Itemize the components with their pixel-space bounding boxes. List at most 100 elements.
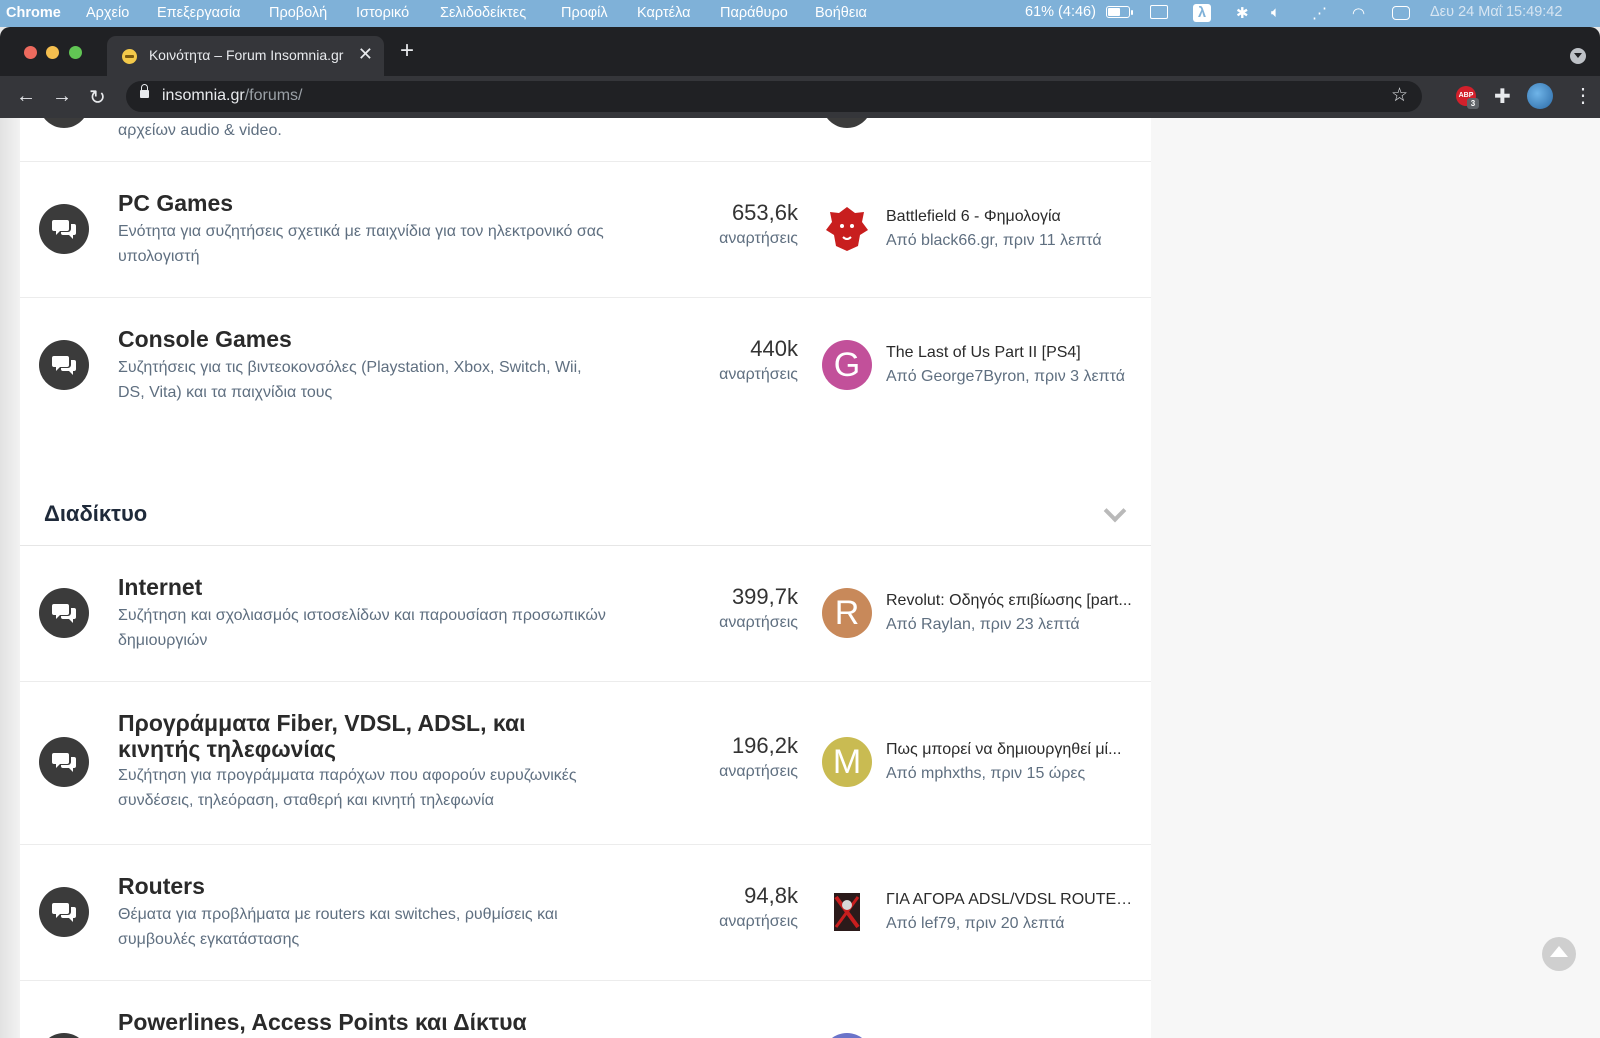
post-count-label: αναρτήσεις bbox=[719, 230, 798, 247]
volume-icon[interactable]: 🔈︎ bbox=[1271, 4, 1280, 21]
forum-title[interactable]: Προγράμματα Fiber, VDSL, ADSL, και κινητ… bbox=[118, 710, 608, 762]
last-post-title[interactable]: Revolut: Οδηγός επιβίωσης [part... bbox=[886, 592, 1136, 610]
last-post-title[interactable]: Battlefield 6 - Φημολογία bbox=[886, 208, 1136, 226]
post-count: 196,2k bbox=[731, 733, 798, 758]
post-count-label: αναρτήσεις bbox=[719, 913, 798, 930]
tab-search-icon[interactable] bbox=[1570, 48, 1586, 64]
url-text[interactable]: insomnia.gr/forums/ bbox=[162, 87, 303, 105]
window-switcher-icon[interactable] bbox=[1150, 5, 1168, 19]
new-tab-button[interactable]: + bbox=[400, 39, 414, 63]
lambda-icon[interactable]: λ bbox=[1193, 4, 1211, 22]
last-post-meta[interactable]: Από George7Byron, πριν 3 λεπτά bbox=[886, 368, 1146, 386]
user-avatar[interactable] bbox=[822, 118, 872, 128]
forum-row[interactable]: Powerlines, Access Points και Δίκτυα bbox=[20, 981, 1151, 1038]
minimize-window-button[interactable] bbox=[46, 46, 59, 59]
menu-help[interactable]: Βοήθεια bbox=[815, 5, 867, 21]
macos-menubar: Chrome Αρχείο Επεξεργασία Προβολή Ιστορι… bbox=[0, 0, 1600, 27]
bookmark-star-icon[interactable]: ☆ bbox=[1391, 84, 1408, 107]
forum-chat-icon bbox=[39, 887, 89, 937]
forum-title[interactable]: PC Games bbox=[118, 190, 608, 216]
forum-chat-icon bbox=[39, 1033, 89, 1038]
reload-icon[interactable]: ↻ bbox=[89, 85, 106, 110]
forum-title[interactable]: Internet bbox=[118, 574, 608, 600]
battery-level bbox=[1108, 8, 1120, 16]
last-post-meta[interactable]: Από mphxths, πριν 15 ώρες bbox=[886, 765, 1146, 783]
collapse-chevron-icon[interactable] bbox=[1103, 499, 1127, 523]
last-post-title[interactable]: Πως μπορεί να δημιουργηθεί μί... bbox=[886, 741, 1136, 759]
menu-app-chrome[interactable]: Chrome bbox=[6, 5, 61, 21]
forum-description: Θέματα για προβλήματα με routers και swi… bbox=[118, 906, 558, 948]
section-title[interactable]: Διαδίκτυο bbox=[44, 501, 147, 527]
menu-tab[interactable]: Καρτέλα bbox=[637, 5, 691, 21]
last-post-title[interactable]: ΓΙΑ ΑΓΟΡΑ ADSL/VDSL ROUTER... bbox=[886, 891, 1136, 909]
page-content: αρχείων audio & video. PC Games Ενότητα … bbox=[0, 118, 1600, 1038]
forum-row[interactable]: Routers Θέματα για προβλήματα με routers… bbox=[20, 845, 1151, 981]
browser-window: Κοινότητα – Forum Insomnia.gr ✕ + ← → ↻ … bbox=[0, 27, 1600, 1038]
lock-icon[interactable] bbox=[140, 84, 149, 98]
user-avatar[interactable] bbox=[822, 1033, 872, 1038]
user-avatar[interactable]: G bbox=[822, 340, 872, 390]
scroll-to-top-button[interactable] bbox=[1542, 937, 1576, 971]
forum-chat-icon bbox=[39, 737, 89, 787]
forum-row[interactable]: Console Games Συζητήσεις για τις βιντεοκ… bbox=[20, 298, 1151, 433]
post-count-label: αναρτήσεις bbox=[719, 614, 798, 631]
lion-logo-avatar[interactable] bbox=[822, 204, 872, 254]
forum-description: Συζητήσεις για τις βιντεοκονσόλες (Plays… bbox=[118, 359, 582, 401]
menu-profile[interactable]: Προφίλ bbox=[561, 5, 608, 21]
forward-icon[interactable]: → bbox=[52, 85, 72, 108]
section-header: Διαδίκτυο bbox=[20, 483, 1151, 546]
post-count: 440k bbox=[750, 336, 798, 361]
forum-chat-icon bbox=[39, 204, 89, 254]
menu-file[interactable]: Αρχείο bbox=[86, 5, 129, 21]
profile-avatar[interactable] bbox=[1527, 83, 1553, 109]
bluetooth-off-icon[interactable]: ✱ bbox=[1236, 4, 1249, 22]
last-post-meta[interactable]: Από black66.gr, πριν 11 λεπτά bbox=[886, 232, 1146, 250]
forum-chat-icon bbox=[39, 588, 89, 638]
menu-edit[interactable]: Επεξεργασία bbox=[157, 5, 241, 21]
browser-menu-icon[interactable]: ⋮ bbox=[1573, 83, 1593, 108]
insomnia-favicon-icon bbox=[122, 49, 137, 64]
forum-title[interactable]: Powerlines, Access Points και Δίκτυα bbox=[118, 1009, 608, 1035]
post-count-label: αναρτήσεις bbox=[719, 366, 798, 383]
menu-window[interactable]: Παράθυρο bbox=[720, 5, 788, 21]
post-count: 399,7k bbox=[731, 584, 798, 609]
forum-category-card: Διαδίκτυο Internet Συζήτηση και σχολιασμ… bbox=[20, 483, 1151, 1038]
activity-icon[interactable]: ⋰ bbox=[1312, 4, 1327, 22]
tab-close-icon[interactable]: ✕ bbox=[358, 44, 373, 65]
forum-row[interactable]: Internet Συζήτηση και σχολιασμός ιστοσελ… bbox=[20, 546, 1151, 682]
user-avatar[interactable]: M bbox=[822, 737, 872, 787]
forum-chat-icon bbox=[39, 118, 89, 128]
dark-figure-logo-avatar[interactable] bbox=[822, 887, 872, 937]
page-left-shade bbox=[0, 118, 20, 1038]
forum-title[interactable]: Console Games bbox=[118, 326, 608, 352]
wifi-icon[interactable]: ◠ bbox=[1352, 4, 1365, 22]
active-tab[interactable]: Κοινότητα – Forum Insomnia.gr ✕ bbox=[107, 36, 384, 76]
adblock-count-badge: 3 bbox=[1467, 98, 1479, 109]
adblock-extension-icon[interactable]: ABP 3 bbox=[1456, 86, 1479, 109]
close-window-button[interactable] bbox=[24, 46, 37, 59]
control-center-icon[interactable] bbox=[1392, 6, 1410, 20]
forum-description: Συζήτηση και σχολιασμός ιστοσελίδων και … bbox=[118, 607, 606, 649]
last-post-title[interactable]: The Last of Us Part II [PS4] bbox=[886, 344, 1136, 362]
battery-icon[interactable] bbox=[1106, 6, 1133, 18]
tab-strip: Κοινότητα – Forum Insomnia.gr ✕ + bbox=[0, 27, 1600, 76]
clock[interactable]: Δευ 24 Μαΐ 15:49:42 bbox=[1430, 4, 1562, 20]
forum-row[interactable]: PC Games Ενότητα για συζητήσεις σχετικά … bbox=[20, 162, 1151, 298]
maximize-window-button[interactable] bbox=[69, 46, 82, 59]
forum-description: Συζήτηση για προγράμματα παρόχων που αφο… bbox=[118, 767, 577, 809]
extensions-puzzle-icon[interactable]: ✚ bbox=[1494, 84, 1511, 109]
forum-row-partial[interactable]: αρχείων audio & video. bbox=[20, 118, 1151, 162]
back-icon[interactable]: ← bbox=[16, 85, 36, 108]
menu-bookmarks[interactable]: Σελιδοδείκτες bbox=[440, 5, 526, 21]
address-bar[interactable]: insomnia.gr/forums/ ☆ bbox=[126, 81, 1422, 112]
last-post-meta[interactable]: Από Raylan, πριν 23 λεπτά bbox=[886, 616, 1146, 634]
tab-title: Κοινότητα – Forum Insomnia.gr bbox=[149, 47, 344, 63]
user-avatar[interactable]: R bbox=[822, 588, 872, 638]
post-count: 653,6k bbox=[731, 200, 798, 225]
menu-view[interactable]: Προβολή bbox=[269, 5, 327, 21]
forum-row[interactable]: Προγράμματα Fiber, VDSL, ADSL, και κινητ… bbox=[20, 682, 1151, 845]
last-post-meta[interactable]: Από lef79, πριν 20 λεπτά bbox=[886, 915, 1146, 933]
battery-percentage[interactable]: 61% (4:46) bbox=[1025, 4, 1096, 20]
menu-history[interactable]: Ιστορικό bbox=[356, 5, 409, 21]
forum-title[interactable]: Routers bbox=[118, 873, 608, 899]
